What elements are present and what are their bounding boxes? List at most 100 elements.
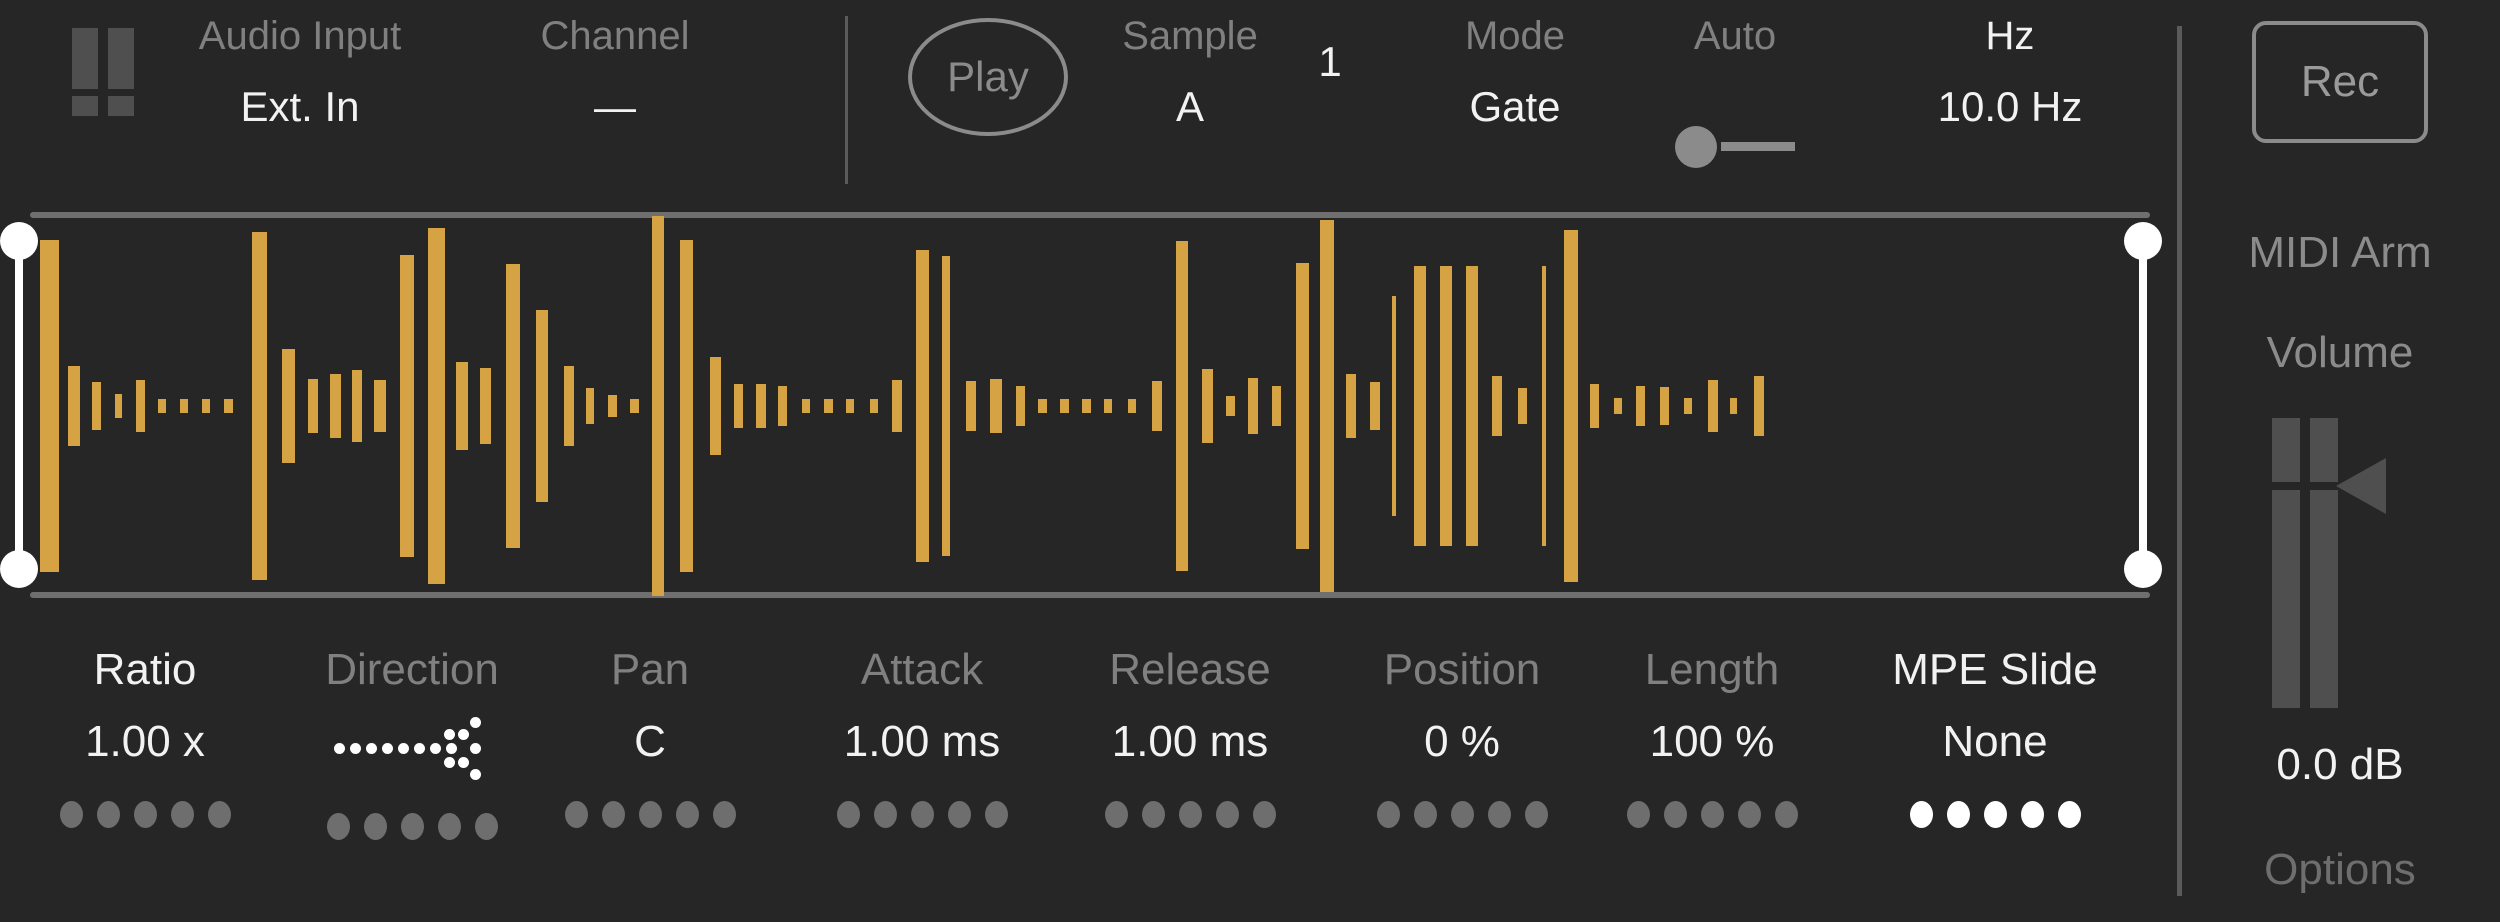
parameter-dot[interactable] xyxy=(2020,801,2044,828)
parameter-dot[interactable] xyxy=(1700,801,1724,828)
parameter-dot[interactable] xyxy=(207,801,231,828)
parameter-length[interactable]: Length 100 % xyxy=(1562,645,1862,828)
waveform-canvas[interactable] xyxy=(30,216,2150,596)
parameter-dot[interactable] xyxy=(170,801,194,828)
parameter-dot[interactable] xyxy=(326,813,350,840)
parameter-value[interactable]: 1.00 ms xyxy=(1112,717,1269,767)
arrow-dot xyxy=(398,743,409,754)
fader-icon[interactable] xyxy=(70,28,136,116)
parameter-dot[interactable] xyxy=(601,801,625,828)
parameter-dot[interactable] xyxy=(1450,801,1474,828)
parameter-dots[interactable] xyxy=(1104,801,1276,828)
parameter-dot[interactable] xyxy=(638,801,662,828)
waveform-bar xyxy=(506,264,520,548)
parameter-dot[interactable] xyxy=(96,801,120,828)
parameter-dots[interactable] xyxy=(1376,801,1548,828)
header-hz[interactable]: Hz 10.0 Hz xyxy=(1870,0,2150,200)
parameter-dot[interactable] xyxy=(1774,801,1798,828)
parameter-dots[interactable] xyxy=(59,801,231,828)
parameter-dot[interactable] xyxy=(1946,801,1970,828)
parameter-mpe-slide[interactable]: MPE Slide None xyxy=(1845,645,2145,828)
parameter-dot[interactable] xyxy=(947,801,971,828)
arrow-dot xyxy=(382,743,393,754)
parameter-dot[interactable] xyxy=(1104,801,1128,828)
rec-button-label: Rec xyxy=(2300,57,2380,106)
header-mode[interactable]: Mode Gate xyxy=(1390,0,1640,200)
audio-input-value[interactable]: Ext. In xyxy=(240,83,359,131)
mode-value[interactable]: Gate xyxy=(1469,83,1560,131)
parameter-dot[interactable] xyxy=(564,801,588,828)
parameter-dot[interactable] xyxy=(363,813,387,840)
parameter-dot[interactable] xyxy=(2057,801,2081,828)
parameter-dot[interactable] xyxy=(1487,801,1511,828)
parameter-dot[interactable] xyxy=(1524,801,1548,828)
parameter-dots[interactable] xyxy=(1626,801,1798,828)
parameter-pan[interactable]: Pan C xyxy=(500,645,800,828)
parameter-attack[interactable]: Attack 1.00 ms xyxy=(772,645,1072,828)
parameter-dot[interactable] xyxy=(1983,801,2007,828)
parameter-dot[interactable] xyxy=(1663,801,1687,828)
parameter-dot[interactable] xyxy=(1376,801,1400,828)
selection-handle-right-top-dot[interactable] xyxy=(2124,222,2162,260)
parameter-value[interactable]: C xyxy=(634,717,666,767)
parameter-value[interactable]: 0 % xyxy=(1424,717,1500,767)
parameter-dot[interactable] xyxy=(474,813,498,840)
header-audio-input[interactable]: Audio Input Ext. In xyxy=(150,0,450,200)
channel-value[interactable]: — xyxy=(594,83,636,131)
volume-fader-pointer[interactable] xyxy=(2336,458,2386,514)
parameter-dot[interactable] xyxy=(836,801,860,828)
waveform-bar xyxy=(180,399,188,413)
hz-value[interactable]: 10.0 Hz xyxy=(1938,83,2083,131)
waveform-bar xyxy=(966,381,976,431)
parameter-release[interactable]: Release 1.00 ms xyxy=(1040,645,1340,828)
selection-handle-left-top-dot[interactable] xyxy=(0,222,38,260)
parameter-dot[interactable] xyxy=(400,813,424,840)
auto-toggle[interactable] xyxy=(1675,126,1795,168)
sample-value[interactable]: A xyxy=(1176,83,1204,131)
parameter-dots[interactable] xyxy=(326,813,498,840)
volume-fader-icon[interactable] xyxy=(2269,418,2412,708)
parameter-dot[interactable] xyxy=(1626,801,1650,828)
parameter-dots[interactable] xyxy=(1909,801,2081,828)
parameter-dot[interactable] xyxy=(675,801,699,828)
parameter-dot[interactable] xyxy=(1178,801,1202,828)
volume-label: Volume xyxy=(2266,328,2414,377)
parameter-value[interactable]: None xyxy=(1942,717,2047,767)
selection-handle-left-bottom-dot[interactable] xyxy=(0,550,38,588)
parameter-dot[interactable] xyxy=(1909,801,1933,828)
parameter-value[interactable]: 1.00 ms xyxy=(844,717,1001,767)
parameter-ratio[interactable]: Ratio 1.00 x xyxy=(0,645,295,828)
header-auto[interactable]: Auto xyxy=(1610,0,1860,200)
selection-handle-right-bottom-dot[interactable] xyxy=(2124,550,2162,588)
parameter-dot[interactable] xyxy=(1252,801,1276,828)
parameter-dot[interactable] xyxy=(437,813,461,840)
options-label[interactable]: Options xyxy=(2180,845,2500,895)
selection-handle-left[interactable] xyxy=(0,222,38,588)
parameter-value[interactable]: 1.00 x xyxy=(85,717,205,767)
waveform-bar xyxy=(1466,266,1478,546)
parameter-dots[interactable] xyxy=(836,801,1008,828)
arrow-right-dotted-icon[interactable] xyxy=(332,717,492,780)
rec-button[interactable]: Rec xyxy=(2252,21,2428,143)
volume-db-value[interactable]: 0.0 dB xyxy=(2180,740,2500,790)
midi-arm-label[interactable]: MIDI Arm xyxy=(2180,228,2500,278)
parameter-dot[interactable] xyxy=(984,801,1008,828)
waveform-region[interactable] xyxy=(0,200,2180,610)
waveform-bar xyxy=(1636,386,1645,426)
parameter-dot[interactable] xyxy=(910,801,934,828)
parameter-dot[interactable] xyxy=(59,801,83,828)
parameter-dot[interactable] xyxy=(873,801,897,828)
parameter-dot[interactable] xyxy=(1737,801,1761,828)
parameter-value[interactable]: 100 % xyxy=(1650,717,1775,767)
parameter-dots[interactable] xyxy=(564,801,736,828)
parameter-dot[interactable] xyxy=(1141,801,1165,828)
parameter-dot[interactable] xyxy=(1215,801,1239,828)
header-channel[interactable]: Channel — xyxy=(490,0,740,200)
parameter-dot[interactable] xyxy=(133,801,157,828)
selection-handle-right[interactable] xyxy=(2124,222,2162,588)
parameter-label: Direction xyxy=(325,645,499,694)
parameter-dot[interactable] xyxy=(712,801,736,828)
parameter-dot[interactable] xyxy=(1413,801,1437,828)
play-button[interactable]: Play xyxy=(908,18,1068,136)
sample-index-value[interactable]: 1 xyxy=(1318,38,1341,86)
